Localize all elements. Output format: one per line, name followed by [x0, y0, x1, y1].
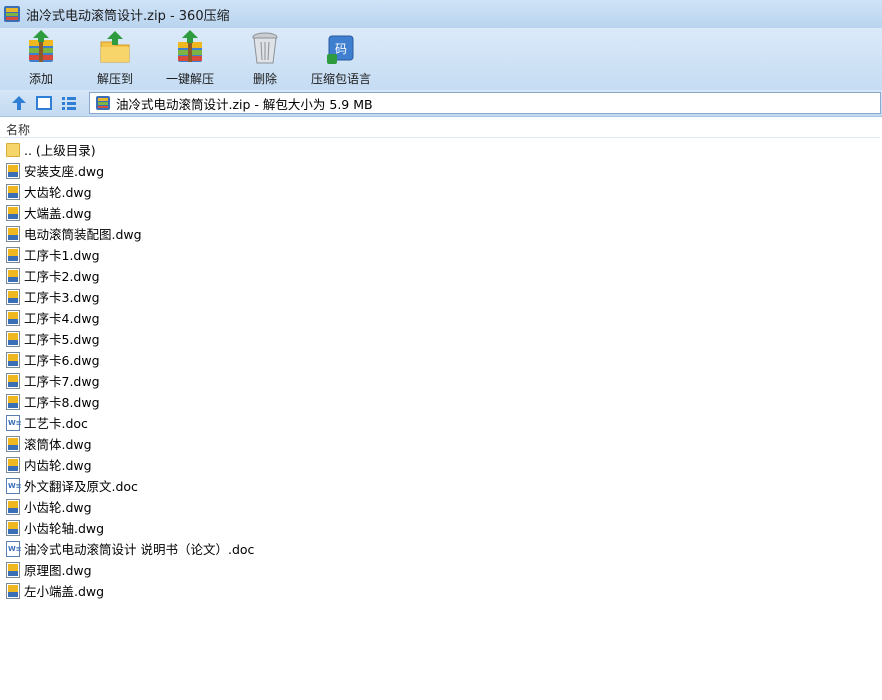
dwg-file-icon [6, 372, 20, 389]
one-click-extract-label: 一键解压 [165, 72, 214, 86]
toolbar: 添加 解压到 一键解压 删除 码 压缩包语言 [0, 28, 882, 90]
file-item[interactable]: 大端盖.dwg [0, 202, 882, 223]
trash-icon [245, 30, 285, 66]
list-view-icon[interactable] [60, 94, 78, 112]
word-document-icon: W≡ [6, 414, 22, 431]
dwg-file-icon [6, 456, 20, 473]
dwg-file-icon [6, 267, 20, 284]
file-name: 工序卡1.dwg [24, 248, 100, 263]
icon-view-icon[interactable] [35, 94, 53, 112]
dwg-file-icon [6, 183, 20, 200]
dwg-file-icon [6, 561, 20, 578]
svg-text:码: 码 [335, 42, 347, 56]
file-item[interactable]: W≡ 外文翻译及原文.doc [0, 475, 882, 496]
file-item[interactable]: 内齿轮.dwg [0, 454, 882, 475]
file-item[interactable]: 小齿轮.dwg [0, 496, 882, 517]
address-bar[interactable]: 油冷式电动滚筒设计.zip - 解包大小为 5.9 MB [89, 92, 881, 114]
file-item[interactable]: 工序卡3.dwg [0, 286, 882, 307]
file-list-panel: 名称 .. (上级目录) 安装支座.dwg 大齿轮.dwg 大端盖.dwg 电动滚筒装配… [0, 117, 882, 700]
file-item[interactable]: 左小端盖.dwg [0, 580, 882, 601]
archive-icon [96, 96, 110, 110]
dwg-file-icon [6, 225, 20, 242]
file-name: 工序卡8.dwg [24, 395, 100, 410]
file-name: 内齿轮.dwg [24, 458, 92, 473]
file-name: 原理图.dwg [24, 563, 92, 578]
file-name: 外文翻译及原文.doc [24, 479, 138, 494]
file-item[interactable]: W≡ 油冷式电动滚筒设计 说明书（论文）.doc [0, 538, 882, 559]
dwg-file-icon [6, 498, 20, 515]
file-name: 工序卡6.dwg [24, 353, 100, 368]
dwg-file-icon [6, 435, 20, 452]
file-name: 小齿轮轴.dwg [24, 521, 105, 536]
address-text: 油冷式电动滚筒设计.zip - 解包大小为 5.9 MB [116, 96, 373, 112]
file-list: .. (上级目录) 安装支座.dwg 大齿轮.dwg 大端盖.dwg 电动滚筒装配图.d… [0, 139, 882, 601]
dwg-file-icon [6, 309, 20, 326]
file-item[interactable]: 原理图.dwg [0, 559, 882, 580]
file-name: 工序卡2.dwg [24, 269, 100, 284]
column-header-name[interactable]: 名称 [0, 119, 880, 138]
extract-to-label: 解压到 [96, 72, 133, 86]
file-item[interactable]: 安装支座.dwg [0, 160, 882, 181]
dwg-file-icon [6, 288, 20, 305]
file-name: 滚筒体.dwg [24, 437, 92, 452]
file-item[interactable]: 小齿轮轴.dwg [0, 517, 882, 538]
one-click-extract-button[interactable]: 一键解压 [155, 30, 225, 88]
dwg-file-icon [6, 330, 20, 347]
dwg-file-icon [6, 519, 20, 536]
file-item[interactable]: 工序卡6.dwg [0, 349, 882, 370]
delete-label: 删除 [252, 72, 277, 86]
parent-folder-item[interactable]: .. (上级目录) [0, 139, 882, 160]
dwg-file-icon [6, 246, 20, 263]
file-item[interactable]: 工序卡7.dwg [0, 370, 882, 391]
one-click-extract-icon [170, 30, 210, 66]
app-icon [4, 6, 20, 22]
file-item[interactable]: 滚筒体.dwg [0, 433, 882, 454]
add-button-label: 添加 [28, 72, 53, 86]
file-name: 工序卡4.dwg [24, 311, 100, 326]
dwg-file-icon [6, 582, 20, 599]
dwg-file-icon [6, 162, 20, 179]
file-name: 安装支座.dwg [24, 164, 105, 179]
file-name: 油冷式电动滚筒设计 说明书（论文）.doc [24, 542, 255, 557]
archive-language-button[interactable]: 码 压缩包语言 [305, 30, 377, 88]
file-item[interactable]: 工序卡1.dwg [0, 244, 882, 265]
window-title: 油冷式电动滚筒设计.zip - 360压缩 [26, 8, 230, 24]
delete-button[interactable]: 删除 [230, 30, 300, 88]
file-name: 工序卡7.dwg [24, 374, 100, 389]
file-name: 电动滚筒装配图.dwg [24, 227, 142, 242]
dwg-file-icon [6, 351, 20, 368]
extract-to-button[interactable]: 解压到 [80, 30, 150, 88]
file-item[interactable]: 电动滚筒装配图.dwg [0, 223, 882, 244]
add-button[interactable]: 添加 [6, 30, 76, 88]
folder-icon [6, 142, 20, 158]
file-item[interactable]: W≡ 工艺卡.doc [0, 412, 882, 433]
column-header-name-label: 名称 [6, 123, 31, 137]
dwg-file-icon [6, 204, 20, 221]
archive-language-icon: 码 [321, 30, 361, 66]
dwg-file-icon [6, 393, 20, 410]
file-name: .. (上级目录) [24, 143, 96, 158]
file-item[interactable]: 工序卡4.dwg [0, 307, 882, 328]
archive-language-label: 压缩包语言 [310, 72, 371, 86]
word-document-icon: W≡ [6, 477, 22, 494]
file-name: 工序卡5.dwg [24, 332, 100, 347]
extract-to-icon [95, 30, 135, 66]
file-item[interactable]: 工序卡8.dwg [0, 391, 882, 412]
file-name: 大端盖.dwg [24, 206, 92, 221]
title-bar: 油冷式电动滚筒设计.zip - 360压缩 [0, 0, 882, 28]
up-arrow-icon[interactable] [10, 94, 28, 112]
file-name: 工艺卡.doc [24, 416, 88, 431]
file-name: 工序卡3.dwg [24, 290, 100, 305]
file-name: 小齿轮.dwg [24, 500, 92, 515]
navigation-bar: 油冷式电动滚筒设计.zip - 解包大小为 5.9 MB [0, 90, 882, 117]
file-item[interactable]: 工序卡2.dwg [0, 265, 882, 286]
file-name: 大齿轮.dwg [24, 185, 92, 200]
add-archive-icon [21, 30, 61, 66]
file-item[interactable]: 工序卡5.dwg [0, 328, 882, 349]
word-document-icon: W≡ [6, 540, 22, 557]
file-name: 左小端盖.dwg [24, 584, 105, 599]
file-item[interactable]: 大齿轮.dwg [0, 181, 882, 202]
